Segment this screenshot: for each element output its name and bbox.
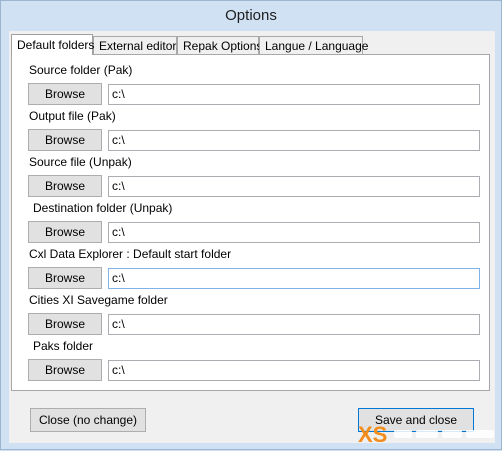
- path-field-cxl-explorer[interactable]: c:\: [108, 268, 480, 289]
- tab-default-folders[interactable]: Default folders: [11, 34, 94, 55]
- browse-button-source-unpak[interactable]: Browse: [28, 175, 102, 197]
- path-field-source-unpak[interactable]: c:\: [108, 176, 480, 197]
- folder-label-savegame: Cities XI Savegame folder: [29, 293, 168, 307]
- path-field-output-pak[interactable]: c:\: [108, 130, 480, 151]
- folder-label-paks: Paks folder: [33, 339, 94, 353]
- dialog-client-area: Default folders External editors Repak O…: [9, 31, 495, 443]
- browse-button-output-pak[interactable]: Browse: [28, 129, 102, 151]
- folder-label-source-pak: Source folder (Pak): [29, 63, 133, 77]
- folder-label-destination-unpak: Destination folder (Unpak): [33, 201, 173, 215]
- folder-label-source-unpak: Source file (Unpak): [29, 155, 132, 169]
- folder-label-output-pak: Output file (Pak): [29, 109, 116, 123]
- save-and-close-button[interactable]: Save and close: [358, 408, 474, 432]
- tab-language[interactable]: Langue / Language: [259, 36, 368, 54]
- path-field-savegame[interactable]: c:\: [108, 314, 480, 335]
- default-folders-panel: Source folder (Pak) Browse c:\ Output fi…: [11, 54, 490, 391]
- options-window: Options Default folders External editors…: [0, 0, 502, 450]
- folder-label-cxl-explorer: Cxl Data Explorer : Default start folder: [29, 247, 232, 261]
- close-no-change-button[interactable]: Close (no change): [30, 408, 146, 432]
- tab-external-editors[interactable]: External editors: [93, 36, 182, 54]
- browse-button-savegame[interactable]: Browse: [28, 313, 102, 335]
- path-field-destination-unpak[interactable]: c:\: [108, 222, 480, 243]
- browse-button-destination-unpak[interactable]: Browse: [28, 221, 102, 243]
- browse-button-paks[interactable]: Browse: [28, 359, 102, 381]
- browse-button-source-pak[interactable]: Browse: [28, 83, 102, 105]
- path-field-source-pak[interactable]: c:\: [108, 84, 480, 105]
- tab-repak-options[interactable]: Repak Options: [177, 36, 262, 54]
- window-title: Options: [225, 7, 277, 24]
- path-field-paks[interactable]: c:\: [108, 360, 480, 381]
- browse-button-cxl-explorer[interactable]: Browse: [28, 267, 102, 289]
